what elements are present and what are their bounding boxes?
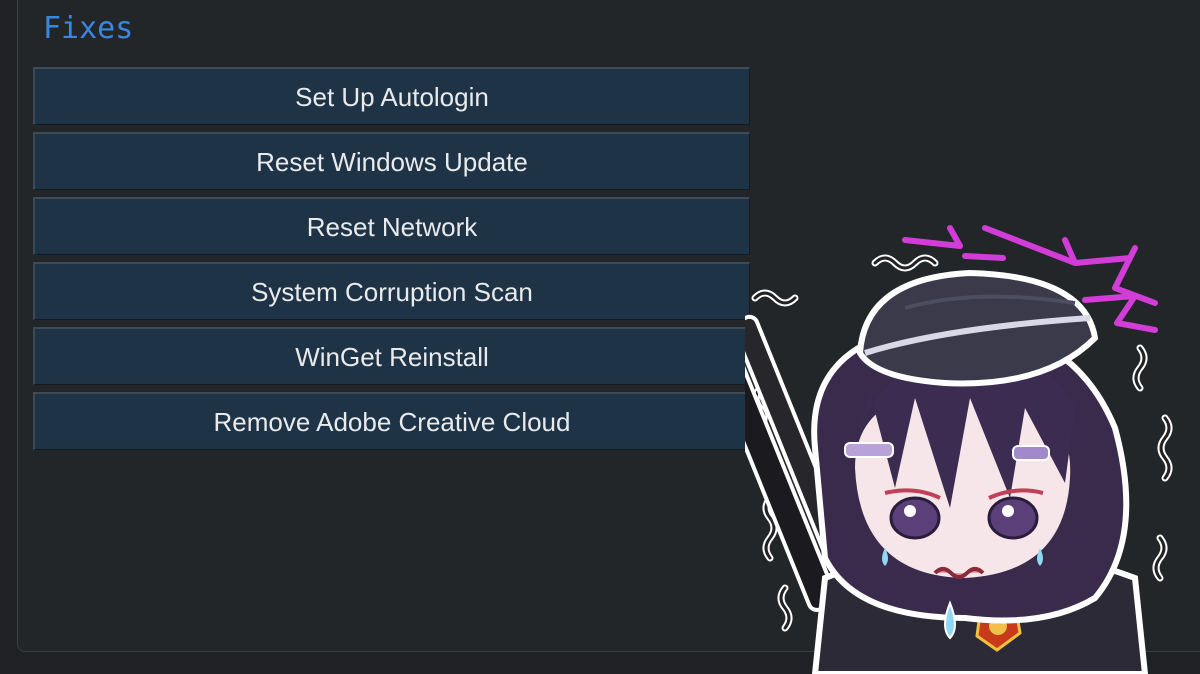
fixes-button-list: Set Up Autologin Reset Windows Update Re… [33, 67, 750, 457]
section-title: Fixes [43, 11, 134, 46]
winget-reinstall-button[interactable]: WinGet Reinstall [33, 327, 750, 385]
reset-windows-update-button[interactable]: Reset Windows Update [33, 132, 750, 190]
set-up-autologin-button[interactable]: Set Up Autologin [33, 67, 750, 125]
anime-character-sticker-icon [745, 225, 1173, 674]
reset-network-button[interactable]: Reset Network [33, 197, 750, 255]
system-corruption-scan-button[interactable]: System Corruption Scan [33, 262, 750, 320]
remove-adobe-creative-cloud-button[interactable]: Remove Adobe Creative Cloud [33, 392, 750, 450]
